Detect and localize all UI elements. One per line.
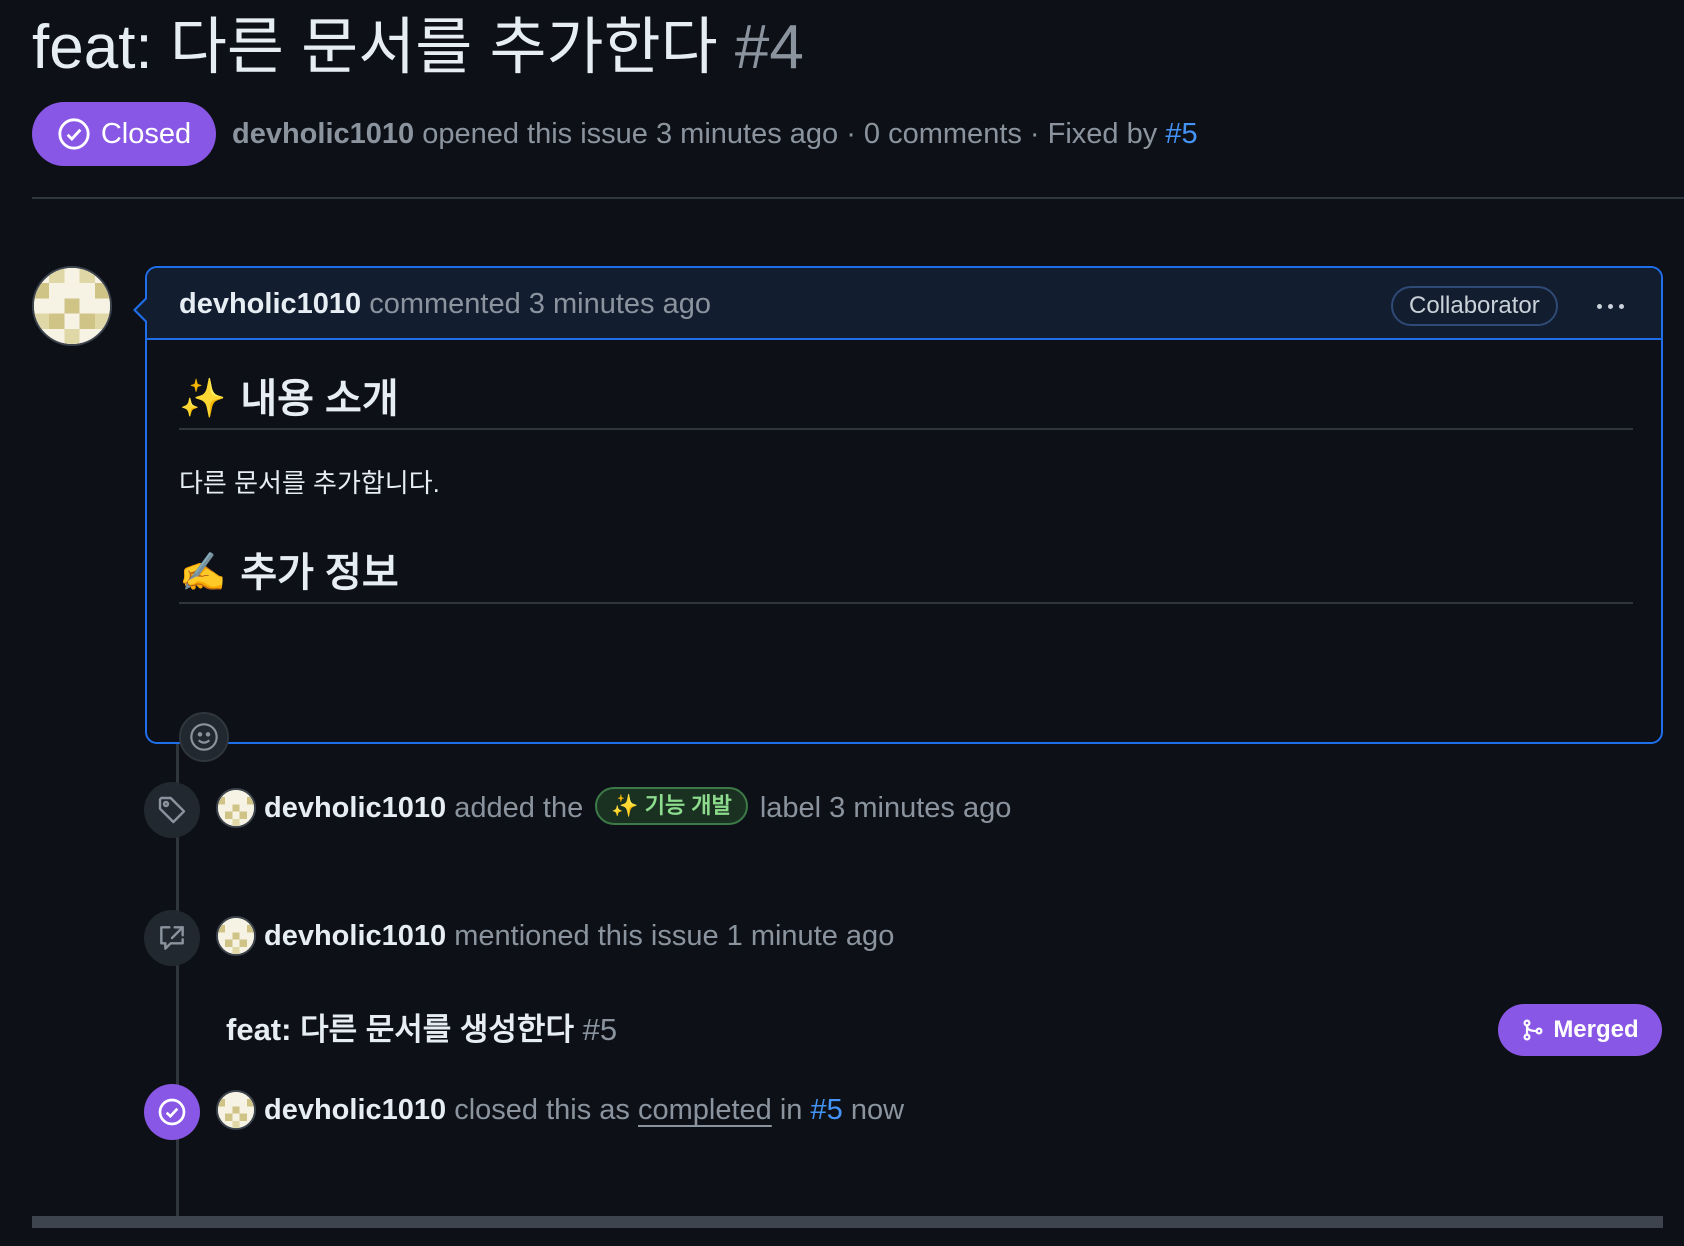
issue-title-text: feat: 다른 문서를 추가한다 (32, 13, 718, 82)
timeline-end-divider (32, 1216, 1663, 1228)
label-event-pre: added the (454, 792, 584, 824)
issue-number: #4 (734, 13, 804, 82)
issue-author-link[interactable]: devholic1010 (232, 118, 414, 150)
label-event-text: devholic1010 added the ✨ 기능 개발 label 3 m… (264, 787, 1012, 828)
fixed-by-link[interactable]: #5 (1165, 118, 1197, 150)
close-reason: completed (637, 1094, 772, 1126)
comment-author-link[interactable]: devholic1010 (179, 288, 361, 320)
merged-state-badge: Merged (1498, 1004, 1662, 1056)
section-heading-text: 추가 정보 (240, 551, 399, 595)
mention-event-detail[interactable]: mentioned this issue 1 minute ago (454, 920, 894, 952)
header-divider (32, 197, 1684, 199)
sparkles-emoji: ✨ (611, 793, 639, 819)
tag-icon (158, 796, 186, 824)
issue-page: feat: 다른 문서를 추가한다 #4 Closed devholic1010… (0, 0, 1684, 1246)
event-author-link[interactable]: devholic1010 (264, 920, 446, 952)
event-author-avatar[interactable] (216, 788, 256, 828)
check-circle-icon (58, 118, 90, 150)
event-author-avatar[interactable] (216, 916, 256, 956)
sparkles-emoji: ✨ (179, 378, 227, 420)
merged-state-label: Merged (1553, 1016, 1639, 1043)
identicon (34, 268, 110, 344)
event-author-avatar[interactable] (216, 1090, 256, 1130)
tag-event-badge (144, 782, 200, 838)
closed-event-mid: in (779, 1094, 803, 1126)
label-pill[interactable]: ✨ 기능 개발 (595, 787, 748, 826)
label-name: 기능 개발 (644, 793, 732, 819)
event-author-link[interactable]: devholic1010 (264, 1094, 446, 1126)
comment-box: devholic1010 commented 3 minutes ago Col… (133, 266, 1663, 762)
comment-author-avatar[interactable] (32, 266, 112, 346)
comment-header: devholic1010 commented 3 minutes ago Col… (147, 268, 1661, 340)
issue-state-label: Closed (100, 117, 192, 150)
comment-action[interactable]: commented 3 minutes ago (369, 288, 711, 320)
issue-state-badge: Closed (32, 102, 216, 166)
section-heading-intro: ✨ 내용 소개 (179, 370, 1633, 430)
identicon (218, 1092, 254, 1128)
identicon (218, 790, 254, 826)
identicon (218, 918, 254, 954)
referenced-pr-title: feat: 다른 문서를 생성한다 (226, 1012, 574, 1047)
writing-hand-emoji: ✍️ (179, 552, 227, 594)
issue-meta-text: opened this issue 3 minutes ago · 0 comm… (422, 118, 1158, 150)
closed-event-pre: closed this as (454, 1094, 630, 1126)
issue-title: feat: 다른 문서를 추가한다 #4 (32, 12, 804, 84)
add-reaction-button[interactable] (179, 712, 229, 762)
closed-ref-link[interactable]: #5 (811, 1094, 843, 1126)
closed-event-text: devholic1010 closed this as completed in… (264, 1090, 904, 1130)
issue-meta: devholic1010 opened this issue 3 minutes… (232, 114, 1198, 154)
smiley-icon (190, 723, 218, 751)
mention-event-text: devholic1010 mentioned this issue 1 minu… (264, 916, 894, 956)
crossref-event-badge (144, 910, 200, 966)
section-heading-text: 내용 소개 (240, 377, 399, 421)
section-paragraph: 다른 문서를 추가합니다. (179, 468, 440, 498)
referenced-pr-link[interactable]: feat: 다른 문서를 생성한다 #5 (226, 1010, 617, 1050)
closed-event-badge (144, 1084, 200, 1140)
section-heading-extra: ✍️ 추가 정보 (179, 544, 1633, 604)
kebab-horizontal-icon[interactable] (1585, 286, 1635, 326)
comment-header-text: devholic1010 commented 3 minutes ago (179, 284, 711, 324)
event-author-link[interactable]: devholic1010 (264, 792, 446, 824)
comment-body: ✨ 내용 소개 다른 문서를 추가합니다. ✍️ 추가 정보 (179, 340, 1633, 762)
git-merge-icon (1523, 1019, 1543, 1041)
cross-reference-icon (160, 926, 184, 950)
referenced-pr-number: #5 (582, 1012, 618, 1047)
collaborator-badge: Collaborator (1391, 286, 1558, 326)
label-event-post: label 3 minutes ago (759, 792, 1012, 824)
closed-event-post[interactable]: now (851, 1094, 904, 1126)
check-circle-icon (158, 1098, 186, 1126)
